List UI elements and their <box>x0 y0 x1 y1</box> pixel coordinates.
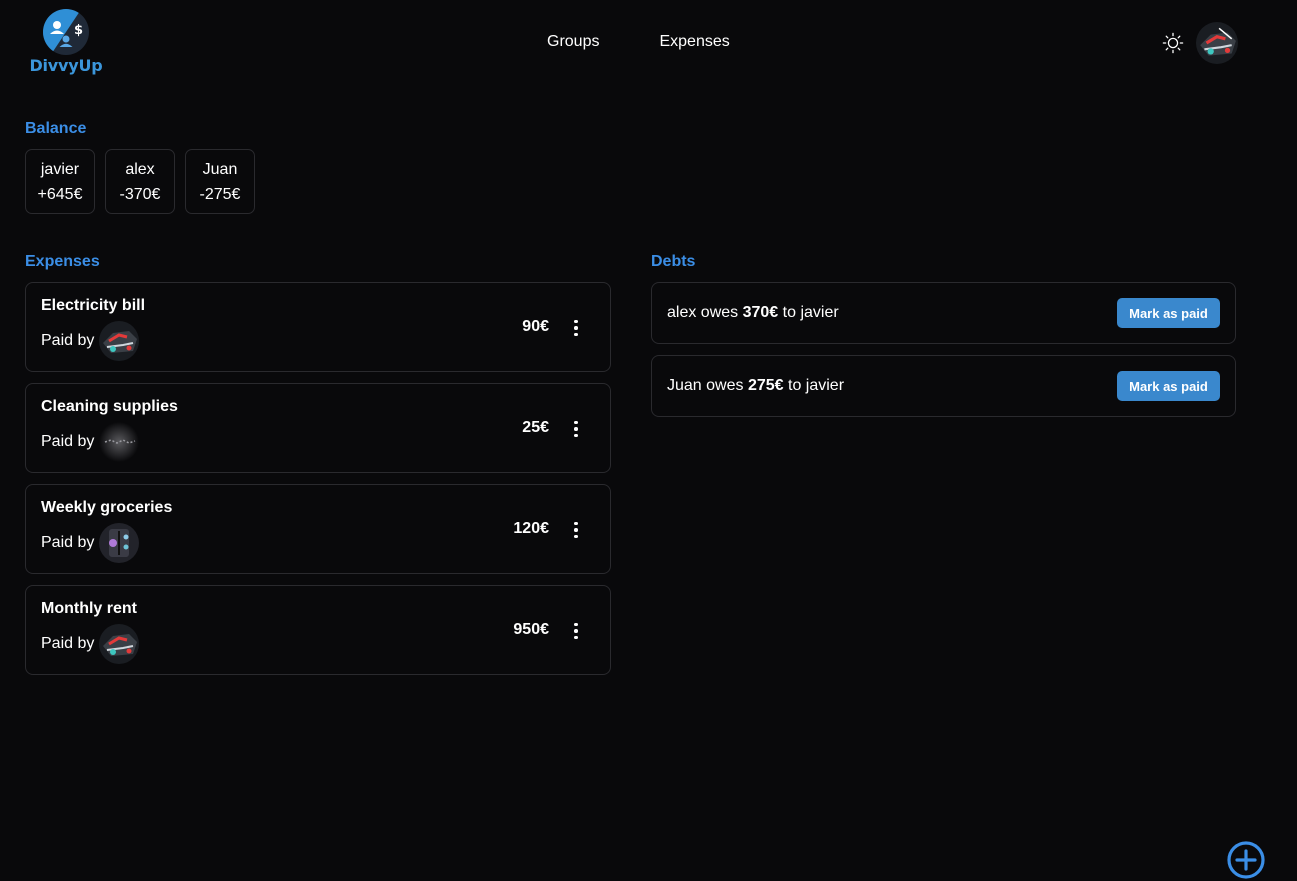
app-name: DivvyUp <box>29 56 103 75</box>
user-avatar[interactable] <box>1196 22 1238 64</box>
plus-circle-icon[interactable] <box>1226 840 1266 880</box>
paid-by: Paid by <box>41 422 140 462</box>
expense-amount: 90€ <box>522 318 549 335</box>
balance-card: Juan -275€ <box>185 149 255 214</box>
debtor-name: alex <box>667 304 697 321</box>
creditor-name: javier <box>805 377 845 394</box>
expense-card[interactable]: Monthly rent Paid by 950€ <box>25 585 611 675</box>
nav-expenses-link[interactable]: Expenses <box>659 33 729 51</box>
payer-avatar <box>99 422 140 462</box>
paid-by-label: Paid by <box>41 534 95 551</box>
balance-amount: -275€ <box>199 185 241 203</box>
payer-avatar <box>99 321 140 361</box>
kebab-menu-icon[interactable] <box>566 621 586 641</box>
expense-amount: 25€ <box>522 419 549 436</box>
expense-name: Monthly rent <box>41 600 137 617</box>
debt-card: alex owes 370€ to javier Mark as paid <box>651 282 1236 344</box>
debtor-name: Juan <box>667 377 702 394</box>
debt-amount: 275€ <box>747 377 784 394</box>
page: $ DivvyUp Groups Expenses Balance javier… <box>0 0 1297 881</box>
expense-amount: 120€ <box>513 520 549 537</box>
svg-text:$: $ <box>74 23 83 38</box>
balance-list: javier +645€ alex -370€ Juan -275€ <box>25 149 255 214</box>
paid-by: Paid by <box>41 321 140 361</box>
paid-by: Paid by <box>41 523 140 563</box>
debt-text: Juan owes 275€ to javier <box>667 377 844 395</box>
expense-name: Cleaning supplies <box>41 398 178 415</box>
payer-avatar <box>99 624 140 664</box>
debt-card: Juan owes 275€ to javier Mark as paid <box>651 355 1236 417</box>
paid-by-label: Paid by <box>41 433 95 450</box>
expense-card[interactable]: Weekly groceries Paid by 120€ <box>25 484 611 574</box>
balance-card: javier +645€ <box>25 149 95 214</box>
balance-member-name: Juan <box>202 160 238 178</box>
debts-title: Debts <box>651 253 696 270</box>
creditor-name: javier <box>800 304 839 321</box>
kebab-menu-icon[interactable] <box>566 318 586 338</box>
expenses-title: Expenses <box>25 253 100 270</box>
expense-card[interactable]: Cleaning supplies Paid by 25€ <box>25 383 611 473</box>
kebab-menu-icon[interactable] <box>566 419 586 439</box>
to-text: to <box>783 377 806 394</box>
balance-card: alex -370€ <box>105 149 175 214</box>
divvyup-logo-icon: $ <box>43 9 89 55</box>
avatar-image <box>1196 22 1238 64</box>
mark-as-paid-button[interactable]: Mark as paid <box>1117 371 1220 401</box>
kebab-menu-icon[interactable] <box>566 520 586 540</box>
mark-as-paid-button[interactable]: Mark as paid <box>1117 298 1220 328</box>
debt-text: alex owes 370€ to javier <box>667 304 839 322</box>
balance-member-name: javier <box>40 160 80 178</box>
expense-list: Electricity bill Paid by 90€ Cleaning su… <box>25 282 611 675</box>
debt-list: alex owes 370€ to javier Mark as paid Ju… <box>651 282 1236 417</box>
main-nav: Groups Expenses <box>547 33 730 51</box>
expense-name: Electricity bill <box>41 297 146 314</box>
balance-amount: +645€ <box>37 185 83 203</box>
nav-groups-link[interactable]: Groups <box>547 33 599 51</box>
to-text: to <box>778 304 801 321</box>
paid-by-label: Paid by <box>41 635 95 652</box>
owes-text: owes <box>701 377 748 394</box>
sun-icon[interactable] <box>1162 32 1184 54</box>
owes-text: owes <box>696 304 743 321</box>
expense-card[interactable]: Electricity bill Paid by 90€ <box>25 282 611 372</box>
expense-name: Weekly groceries <box>41 499 173 516</box>
payer-avatar <box>99 523 140 563</box>
balance-member-name: alex <box>125 160 155 178</box>
paid-by: Paid by <box>41 624 140 664</box>
balance-amount: -370€ <box>119 185 161 203</box>
app-logo[interactable]: $ DivvyUp <box>28 8 104 75</box>
debt-amount: 370€ <box>742 304 779 321</box>
paid-by-label: Paid by <box>41 332 95 349</box>
expense-amount: 950€ <box>513 621 549 638</box>
balance-title: Balance <box>25 120 87 137</box>
